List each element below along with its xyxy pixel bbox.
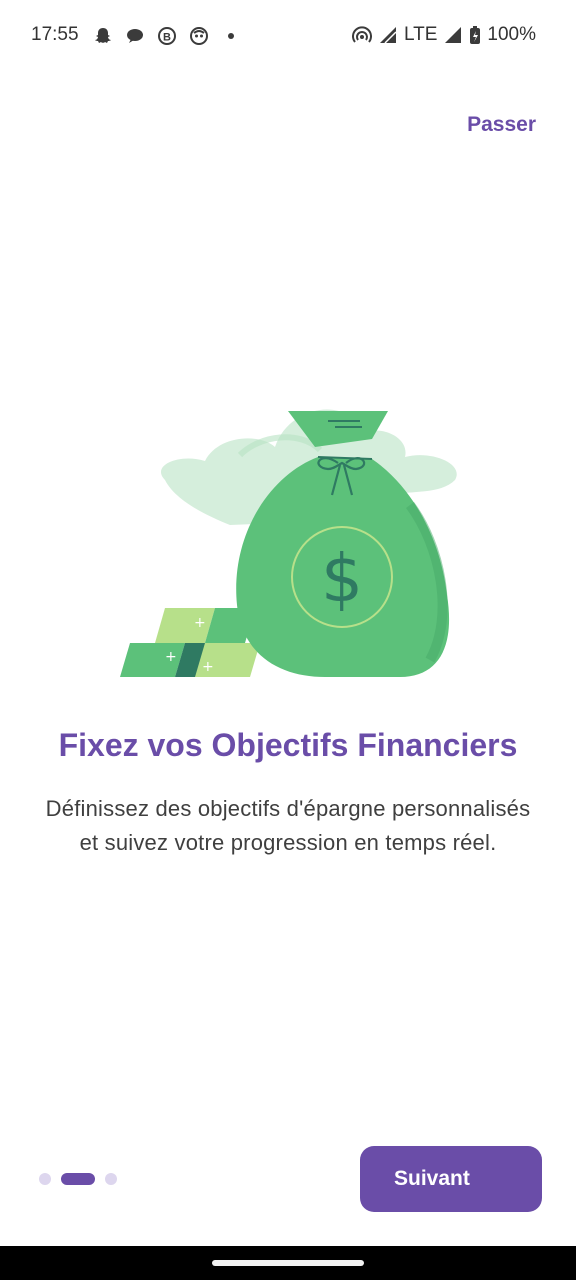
money-bag-illustration: + + + $ (110, 395, 470, 685)
skip-button[interactable]: Passer (467, 113, 536, 137)
svg-text:B: B (163, 32, 171, 44)
battery-level: 100% (487, 24, 536, 45)
status-time: 17:55 (31, 24, 79, 45)
battery-icon (469, 25, 481, 45)
chat-bubble-icon (124, 25, 146, 47)
b-circle-icon: B (156, 25, 178, 47)
system-status: LTE 100% (352, 24, 536, 46)
page-dot-2-active (61, 1173, 95, 1185)
next-button-label: Suivant (394, 1167, 470, 1190)
notification-icons: B (92, 25, 242, 47)
svg-text:+: + (165, 649, 177, 665)
next-button[interactable]: Suivant (360, 1146, 542, 1212)
page-dot-3 (105, 1173, 117, 1185)
home-handle[interactable] (212, 1260, 364, 1266)
onboarding-description: Définissez des objectifs d'épargne perso… (45, 796, 531, 855)
page-indicator (39, 1173, 117, 1185)
hotspot-icon (352, 25, 372, 45)
page-dot-1 (39, 1173, 51, 1185)
signal-icon-2 (443, 25, 463, 45)
navigation-bar (0, 1246, 576, 1280)
money-bag-icon: + + + $ (120, 409, 457, 677)
signal-icon (378, 25, 398, 45)
snapchat-icon (92, 25, 114, 47)
network-label: LTE (403, 24, 438, 45)
ghost-icon (188, 25, 210, 47)
onboarding-title: Fixez vos Objectifs Financiers (58, 727, 518, 763)
svg-text:$: $ (321, 540, 363, 617)
svg-text:+: + (194, 615, 206, 631)
dot-icon (220, 25, 242, 47)
onboarding-screen: 17:55 B LTE 100% Passer + + + $ Fixez vo… (0, 0, 576, 1280)
svg-text:+: + (202, 659, 214, 675)
status-bar: 17:55 B LTE 100% (0, 0, 576, 72)
